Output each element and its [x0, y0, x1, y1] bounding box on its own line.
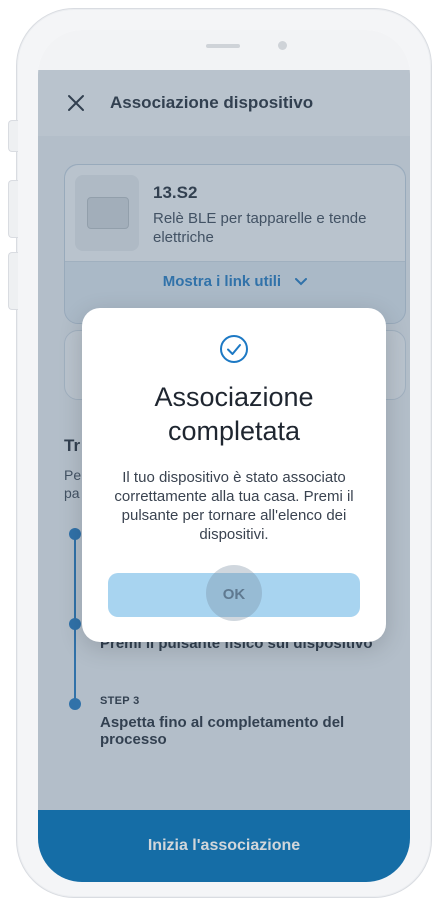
phone-screen: Associazione dispositivo 13.S2 Relè BLE … [38, 30, 410, 882]
dialog-message: Il tuo dispositivo è stato associato cor… [114, 469, 354, 543]
phone-side-button [8, 120, 18, 152]
phone-volume-down [8, 252, 18, 310]
modal-backdrop-bottom [38, 810, 410, 882]
phone-volume-up [8, 180, 18, 238]
speaker-grille [206, 44, 240, 48]
front-camera [278, 41, 287, 50]
dialog-title-line: completata [167, 416, 301, 446]
check-circle-icon [217, 332, 251, 366]
status-bar [38, 30, 410, 70]
dialog-title: Associazione completata [82, 380, 386, 448]
ok-button[interactable]: OK [108, 565, 360, 621]
ok-button-label: OK [222, 586, 246, 603]
dialog-title-line: Associazione [154, 382, 314, 412]
success-dialog: Associazione completata Il tuo dispositi… [82, 308, 386, 642]
